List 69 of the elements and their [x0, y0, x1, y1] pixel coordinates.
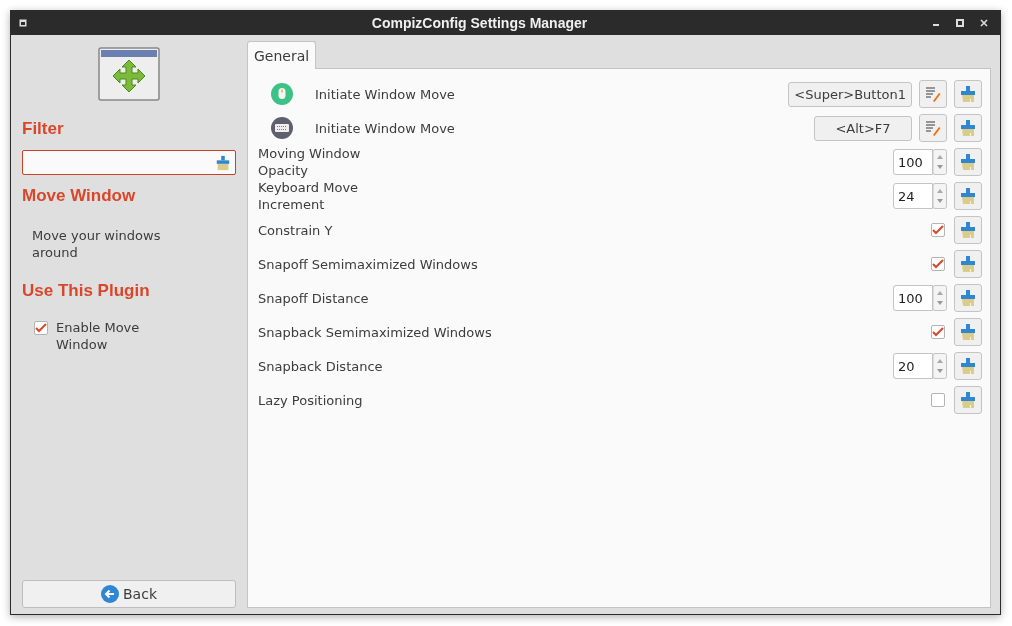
reset-button[interactable] [954, 352, 982, 380]
reset-button[interactable] [954, 114, 982, 142]
check-icon [932, 259, 944, 269]
filter-heading: Filter [22, 119, 65, 139]
close-icon[interactable] [980, 19, 988, 27]
check-icon [35, 323, 47, 333]
stepper-arrows[interactable] [933, 149, 947, 175]
setting-label: Lazy Positioning [258, 391, 364, 409]
checkbox-label: Enable Move Window [56, 319, 141, 353]
section-heading: Use This Plugin [22, 281, 151, 301]
edit-button[interactable] [919, 114, 947, 142]
edit-icon [924, 119, 942, 137]
setting-label: Constrain Y [258, 221, 334, 239]
reset-button[interactable] [954, 386, 982, 414]
maximize-icon[interactable] [956, 19, 964, 27]
clear-icon[interactable] [215, 154, 231, 171]
checkbox[interactable] [931, 393, 945, 407]
broom-icon [959, 255, 977, 273]
filter-field[interactable] [22, 150, 236, 175]
setting-label: Moving Window Opacity [258, 145, 362, 179]
broom-icon [959, 289, 977, 307]
stepper-arrows[interactable] [933, 285, 947, 311]
keyboard-icon [271, 117, 293, 139]
reset-button[interactable] [954, 250, 982, 278]
reset-button[interactable] [954, 80, 982, 108]
number-field[interactable]: 24 [893, 183, 933, 209]
check-icon [932, 327, 944, 337]
tab[interactable]: General [247, 41, 317, 69]
setting-label: Initiate Window Move [315, 119, 456, 137]
reset-button[interactable] [954, 182, 982, 210]
back-button[interactable]: Back [22, 580, 236, 608]
broom-icon [959, 221, 977, 239]
check-icon [932, 225, 944, 235]
number-field[interactable]: 100 [893, 285, 933, 311]
edit-icon [924, 85, 942, 103]
number-field[interactable]: 100 [893, 149, 933, 175]
window-title: CompizConfig Settings Manager [370, 15, 589, 31]
broom-icon [959, 85, 977, 103]
broom-icon [959, 119, 977, 137]
reset-button[interactable] [954, 318, 982, 346]
broom-icon [959, 323, 977, 341]
stepper-arrows[interactable] [933, 183, 947, 209]
checkbox[interactable] [931, 223, 945, 237]
checkbox[interactable] [34, 321, 48, 335]
reset-button[interactable] [954, 284, 982, 312]
checkbox[interactable] [931, 325, 945, 339]
broom-icon [959, 153, 977, 171]
edit-button[interactable] [919, 80, 947, 108]
broom-icon [959, 357, 977, 375]
reset-button[interactable] [954, 216, 982, 244]
window-menu-icon[interactable] [19, 19, 27, 27]
mouse-icon [271, 83, 293, 105]
setting-label: Snapoff Semimaximized Windows [258, 255, 479, 273]
broom-icon [959, 187, 977, 205]
setting-label: Snapback Semimaximized Windows [258, 323, 493, 341]
shortcut-button[interactable]: <Super>Button1 [788, 81, 912, 107]
setting-label: Initiate Window Move [315, 85, 456, 103]
stepper-arrows[interactable] [933, 353, 947, 379]
shortcut-button[interactable]: <Alt>F7 [814, 115, 912, 141]
broom-icon [959, 391, 977, 409]
plugin-description: Move your windows around [32, 227, 162, 261]
setting-label: Snapoff Distance [258, 289, 370, 307]
plugin-title: Move Window [22, 186, 137, 206]
plugin-arrows-icon [98, 47, 160, 101]
reset-button[interactable] [954, 148, 982, 176]
checkbox[interactable] [931, 257, 945, 271]
setting-label: Snapback Distance [258, 357, 384, 375]
setting-label: Keyboard Move Increment [258, 179, 360, 213]
number-field[interactable]: 20 [893, 353, 933, 379]
